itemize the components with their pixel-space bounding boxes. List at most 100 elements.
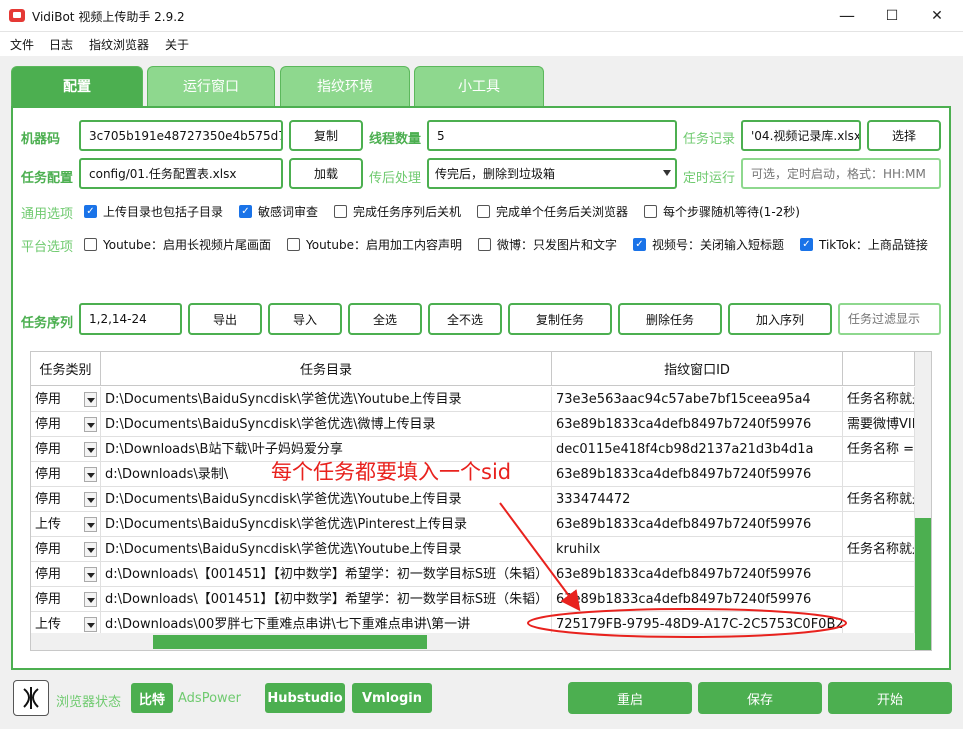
category-select[interactable]: 停用: [31, 487, 101, 512]
extra-cell[interactable]: 任务名称 =: [843, 437, 915, 462]
checkbox-icon[interactable]: ✓: [239, 205, 252, 218]
checkbox-icon[interactable]: ✓: [800, 238, 813, 251]
column-header-directory[interactable]: 任务目录: [101, 352, 552, 386]
schedule-input[interactable]: [741, 158, 941, 189]
directory-cell[interactable]: d:\Downloads\【001451】【初中数学】希望学：初一数学目标S班（…: [101, 562, 552, 587]
select-all-button[interactable]: 全选: [348, 303, 422, 335]
restart-button[interactable]: 重启: [568, 682, 692, 714]
machine-code-field[interactable]: 3c705b191e48727350e4b575d7: [79, 120, 283, 151]
checkbox-icon[interactable]: [478, 238, 491, 251]
chevron-down-icon[interactable]: [84, 542, 97, 557]
scrollbar-thumb[interactable]: [153, 635, 427, 649]
extra-cell[interactable]: [843, 562, 915, 587]
column-header-category[interactable]: 任务类别: [31, 352, 101, 386]
chevron-down-icon[interactable]: [84, 592, 97, 607]
window-id-cell[interactable]: 63e89b1833ca4defb8497b7240f59976: [552, 412, 843, 437]
category-select[interactable]: 停用: [31, 462, 101, 487]
extra-cell[interactable]: 需要微博VIP: [843, 412, 915, 437]
chevron-down-icon[interactable]: [84, 492, 97, 507]
directory-cell[interactable]: D:\Documents\BaiduSyncdisk\学爸优选\微博上传目录: [101, 412, 552, 437]
post-process-select[interactable]: 传完后，删除到垃圾箱: [427, 158, 677, 189]
browser-hubstudio[interactable]: Hubstudio: [265, 683, 345, 713]
option-channels-short-title[interactable]: ✓ 视频号：关闭输入短标题: [633, 236, 784, 253]
extra-cell[interactable]: [843, 512, 915, 537]
threads-field[interactable]: 5: [427, 120, 677, 151]
window-id-cell[interactable]: dec0115e418f4cb98d2137a21d3b4d1a: [552, 437, 843, 462]
checkbox-icon[interactable]: [334, 205, 347, 218]
tab-run-window[interactable]: 运行窗口: [147, 66, 275, 106]
window-id-cell[interactable]: 63e89b1833ca4defb8497b7240f59976: [552, 587, 843, 612]
option-include-subdirs[interactable]: ✓ 上传目录也包括子目录: [84, 203, 223, 220]
task-sequence-field[interactable]: 1,2,14-24: [79, 303, 182, 335]
start-button[interactable]: 开始: [828, 682, 952, 714]
option-sensitive-words[interactable]: ✓ 敏感词审查: [239, 203, 318, 220]
task-filter-input[interactable]: [838, 303, 941, 335]
window-id-cell[interactable]: 333474472: [552, 487, 843, 512]
directory-cell[interactable]: D:\Documents\BaiduSyncdisk\学爸优选\Pinteres…: [101, 512, 552, 537]
export-button[interactable]: 导出: [188, 303, 262, 335]
option-shutdown-after[interactable]: 完成任务序列后关机: [334, 203, 461, 220]
table-row[interactable]: 上传 D:\Documents\BaiduSyncdisk\学爸优选\Pinter…: [31, 512, 915, 537]
menu-about[interactable]: 关于: [165, 36, 189, 53]
chevron-down-icon[interactable]: [84, 392, 97, 407]
task-record-field[interactable]: '04.视频记录库.xlsx: [741, 120, 861, 151]
checkbox-icon[interactable]: ✓: [84, 205, 97, 218]
table-row[interactable]: 停用 D:\Documents\BaiduSyncdisk\学爸优选\Youtub…: [31, 387, 915, 412]
extra-cell[interactable]: 任务名称就是: [843, 537, 915, 562]
chevron-down-icon[interactable]: [84, 442, 97, 457]
extra-cell[interactable]: 任务名称就是: [843, 387, 915, 412]
checkbox-icon[interactable]: [84, 238, 97, 251]
table-row[interactable]: 停用 D:\Documents\BaiduSyncdisk\学爸优选\Youtub…: [31, 487, 915, 512]
tab-config[interactable]: 配置: [11, 66, 143, 106]
add-to-sequence-button[interactable]: 加入序列: [728, 303, 832, 335]
option-close-browser[interactable]: 完成单个任务后关浏览器: [477, 203, 628, 220]
browser-bitbrowser[interactable]: 比特: [131, 683, 173, 713]
option-weibo-images[interactable]: 微博：只发图片和文字: [478, 236, 617, 253]
import-button[interactable]: 导入: [268, 303, 342, 335]
save-button[interactable]: 保存: [698, 682, 822, 714]
table-row[interactable]: 停用 d:\Downloads\【001451】【初中数学】希望学：初一数学目标S…: [31, 562, 915, 587]
copy-task-button[interactable]: 复制任务: [508, 303, 612, 335]
chevron-down-icon[interactable]: [84, 467, 97, 482]
vertical-scrollbar[interactable]: [915, 352, 931, 650]
category-select[interactable]: 停用: [31, 562, 101, 587]
category-select[interactable]: 停用: [31, 412, 101, 437]
window-id-cell[interactable]: 63e89b1833ca4defb8497b7240f59976: [552, 562, 843, 587]
option-random-wait[interactable]: 每个步骤随机等待(1-2秒): [644, 203, 800, 220]
menu-log[interactable]: 日志: [49, 36, 73, 53]
column-header-window-id[interactable]: 指纹窗口ID: [552, 352, 843, 386]
directory-cell[interactable]: D:\Documents\BaiduSyncdisk\学爸优选\Youtube上…: [101, 537, 552, 562]
choose-button[interactable]: 选择: [867, 120, 941, 151]
chevron-down-icon[interactable]: [84, 517, 97, 532]
table-row[interactable]: 停用 D:\Documents\BaiduSyncdisk\学爸优选\Youtub…: [31, 537, 915, 562]
load-button[interactable]: 加载: [289, 158, 363, 189]
tab-fingerprint-env[interactable]: 指纹环境: [280, 66, 410, 106]
checkbox-icon[interactable]: ✓: [633, 238, 646, 251]
directory-cell[interactable]: D:\Documents\BaiduSyncdisk\学爸优选\Youtube上…: [101, 487, 552, 512]
chevron-down-icon[interactable]: [84, 567, 97, 582]
column-header-extra[interactable]: [843, 352, 915, 386]
window-id-cell[interactable]: 63e89b1833ca4defb8497b7240f59976: [552, 512, 843, 537]
option-youtube-endscreen[interactable]: Youtube：启用长视频片尾画面: [84, 236, 271, 253]
minimize-button[interactable]: —: [824, 0, 870, 32]
category-select[interactable]: 停用: [31, 587, 101, 612]
horizontal-scrollbar[interactable]: [31, 633, 915, 650]
table-row[interactable]: 停用 D:\Documents\BaiduSyncdisk\学爸优选\微博上传目录…: [31, 412, 915, 437]
menu-fingerprint-browser[interactable]: 指纹浏览器: [89, 36, 149, 53]
directory-cell[interactable]: d:\Downloads\【001451】【初中数学】希望学：初一数学目标S班（…: [101, 587, 552, 612]
close-button[interactable]: ✕: [914, 0, 960, 32]
copy-button[interactable]: 复制: [289, 120, 363, 151]
extra-cell[interactable]: [843, 462, 915, 487]
delete-task-button[interactable]: 删除任务: [618, 303, 722, 335]
browser-adspower[interactable]: AdsPower: [178, 691, 241, 706]
chevron-down-icon[interactable]: [84, 417, 97, 432]
menu-file[interactable]: 文件: [10, 36, 34, 53]
option-youtube-declaration[interactable]: Youtube：启用加工内容声明: [287, 236, 462, 253]
extra-cell[interactable]: 任务名称就是: [843, 487, 915, 512]
extra-cell[interactable]: [843, 587, 915, 612]
window-id-cell[interactable]: 63e89b1833ca4defb8497b7240f59976: [552, 462, 843, 487]
browser-vmlogin[interactable]: Vmlogin: [352, 683, 432, 713]
window-id-cell[interactable]: kruhilx: [552, 537, 843, 562]
task-config-field[interactable]: config/01.任务配置表.xlsx: [79, 158, 283, 189]
chevron-down-icon[interactable]: [84, 617, 97, 632]
